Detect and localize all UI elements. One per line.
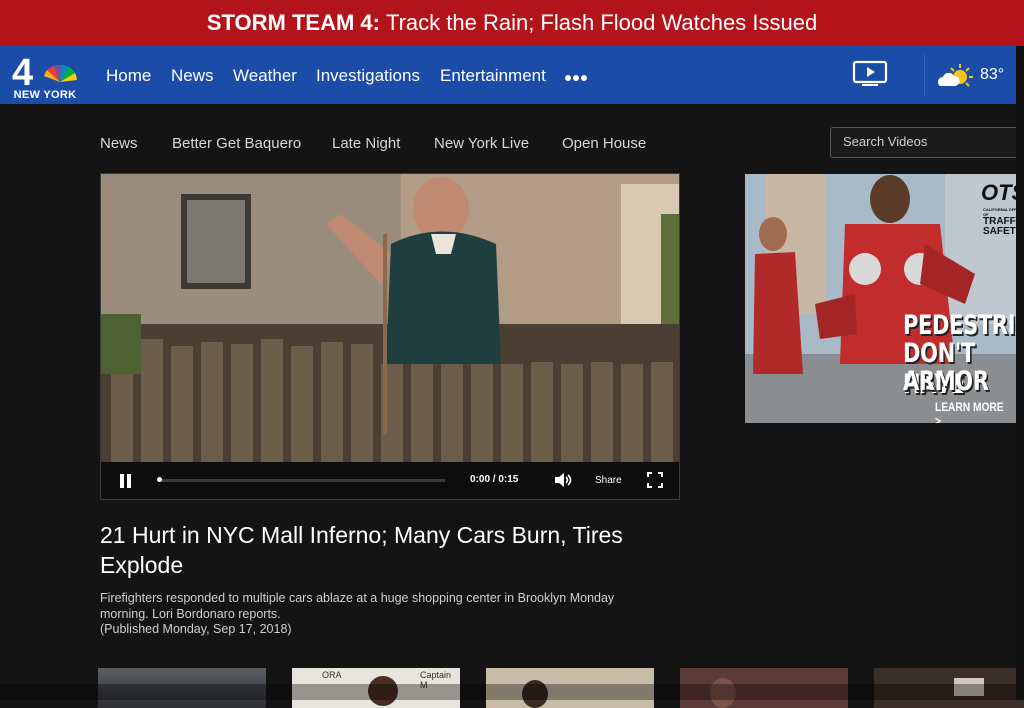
nav-entertainment[interactable]: Entertainment [440,66,546,86]
breaking-alert-banner[interactable]: STORM TEAM 4: Track the Rain; Flash Floo… [0,0,1024,46]
logo-city-text: NEW YORK [13,89,77,101]
video-headline: 21 Hurt in NYC Mall Inferno; Many Cars B… [100,522,623,578]
video-controls: 0:00 / 0:15 Share [101,462,679,499]
alert-prefix: STORM TEAM 4: [206,10,380,35]
progress-knob[interactable] [157,477,162,482]
video-time: 0:00 / 0:15 [470,474,519,485]
nav-news[interactable]: News [171,66,214,86]
nbc-4-logo[interactable]: 4 NEW YORK [10,52,80,101]
tv-play-icon[interactable] [852,60,888,88]
partly-sunny-icon[interactable] [936,62,974,90]
ad-banner[interactable]: OTS CALIFORNIA OFFICE OF TRAFFIC SAFETY … [745,174,1024,423]
ad-headline-line1: PEDESTRIANS [903,310,1024,341]
subnav-open-house[interactable]: Open House [562,135,646,152]
peacock-logo-icon: 4 [12,52,77,94]
video-frame-image [101,174,679,463]
video-player[interactable]: 0:00 / 0:15 Share [100,173,680,500]
share-button[interactable]: Share [595,475,622,486]
temperature[interactable]: 83° [980,66,1004,84]
nav-divider [924,54,925,96]
scrollbar[interactable] [1016,46,1024,700]
ad-learn-more[interactable]: LEARN MORE > [935,400,1011,423]
volume-icon[interactable] [554,472,572,488]
video-summary: Firefighters responded to multiple cars … [100,591,615,621]
subnav-late-night[interactable]: Late Night [332,135,400,152]
subnav-better-get-baquero[interactable]: Better Get Baquero [172,135,301,152]
more-menu-icon[interactable] [565,68,589,86]
subnav-news[interactable]: News [100,135,138,152]
thumbnail-text: ORA [322,670,342,680]
ad-headline-line3: ARMOR [903,366,989,397]
pause-button[interactable] [120,474,134,488]
subnav-new-york-live[interactable]: New York Live [434,135,529,152]
svg-text:4: 4 [12,52,33,92]
search-box [830,127,1024,158]
nav-investigations[interactable]: Investigations [316,66,420,86]
nav-home[interactable]: Home [106,66,151,86]
fullscreen-icon[interactable] [647,472,663,488]
alert-text: Track the Rain; Flash Flood Watches Issu… [385,10,818,35]
page-overlay-bar [0,684,1024,700]
published-date: (Published Monday, Sep 17, 2018) [100,622,292,636]
main-nav: 4 NEW YORK Home News Weather Investigati… [0,46,1024,104]
search-videos-input[interactable] [843,134,1013,149]
nav-weather[interactable]: Weather [233,66,297,86]
progress-bar[interactable] [157,477,445,482]
